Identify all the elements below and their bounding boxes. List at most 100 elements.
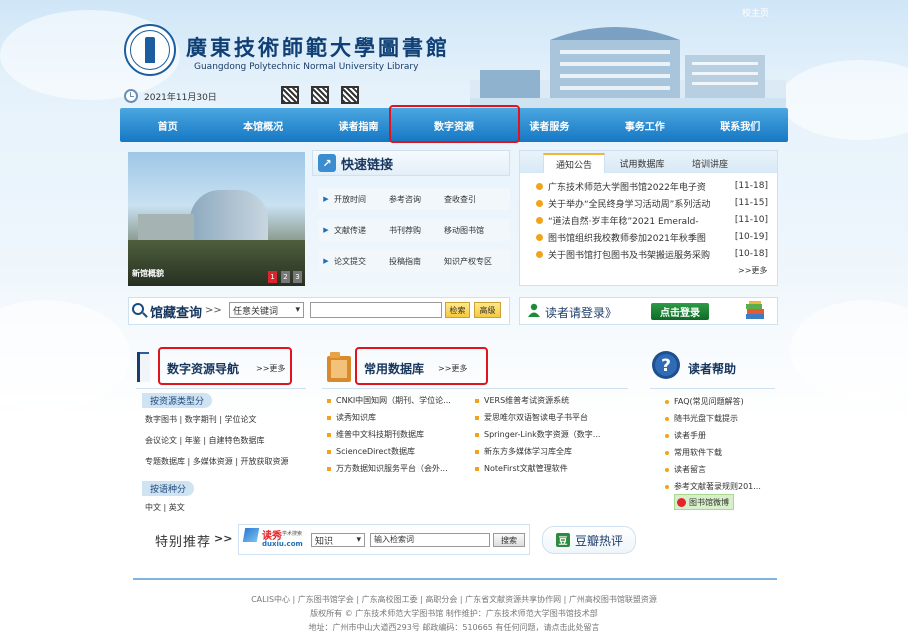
- quick-link-thesis-submit[interactable]: 论文提交: [334, 256, 389, 267]
- bullet-icon: [665, 467, 669, 472]
- tab-training[interactable]: 培训讲座: [679, 153, 741, 173]
- catalog-search-title: 馆藏查询: [150, 306, 203, 321]
- help-link-text: 参考文献著录规则201...: [674, 482, 761, 491]
- carousel-page-1[interactable]: 1: [268, 271, 277, 283]
- duxiu-logo[interactable]: 读秀 学术搜索 duxiu.com: [242, 528, 306, 550]
- school-home-link[interactable]: 校主页: [742, 6, 769, 19]
- help-link[interactable]: 参考文献著录规则201...: [665, 481, 761, 492]
- triangle-bullet-icon: ▶: [323, 257, 329, 265]
- carousel-page-2[interactable]: 2: [281, 271, 290, 283]
- quick-link-mobile-library[interactable]: 移动图书馆: [444, 225, 499, 236]
- catalog-arrows: >>: [205, 305, 222, 316]
- catalog-search-button[interactable]: 检索: [445, 302, 470, 318]
- notice-item[interactable]: 广东技术师范大学图书馆2022年电子资 [11-18]: [536, 178, 768, 194]
- database-link[interactable]: 万方数据知识服务平台（会外...: [327, 463, 448, 474]
- current-date: 2021年11月30日: [144, 92, 217, 103]
- nav-contact[interactable]: 联系我们: [693, 108, 788, 142]
- catalog-search-input[interactable]: [310, 302, 442, 318]
- notice-date: [10-18]: [734, 249, 768, 259]
- resource-type-links[interactable]: 会议论文 | 年鉴 | 自建特色数据库: [145, 435, 265, 446]
- notice-title: “道法自然·岁丰年稔”2021 Emerald-: [548, 216, 699, 227]
- language-links[interactable]: 中文 | 英文: [145, 502, 185, 513]
- duxiu-search-input[interactable]: 输入检索词: [370, 533, 490, 547]
- help-link[interactable]: 读者手册: [665, 430, 706, 441]
- quick-link-ip-zone[interactable]: 知识产权专区: [444, 256, 499, 267]
- database-link[interactable]: ScienceDirect数据库: [327, 446, 415, 457]
- douban-reviews-label[interactable]: 豆瓣热评: [575, 532, 623, 549]
- nav-affairs[interactable]: 事务工作: [597, 108, 692, 142]
- help-link[interactable]: 常用软件下载: [665, 447, 722, 458]
- quick-link-book-recommend[interactable]: 书刊荐购: [389, 225, 444, 236]
- recommend-arrows: >>: [214, 532, 233, 545]
- notice-title: 关于举办“全民终身学习活动周”系列活动: [548, 199, 711, 210]
- qr-code-icon[interactable]: [341, 86, 359, 104]
- database-link[interactable]: 爱思唯尔双语智读电子书平台: [475, 412, 588, 423]
- help-link-text: 常用软件下载: [674, 448, 722, 457]
- highlight-digital-nav: [158, 347, 292, 385]
- database-name: VERS维普考试资源系统: [484, 396, 570, 405]
- footer-divider: [133, 578, 777, 580]
- section-divider: [322, 388, 628, 389]
- highlight-digital-resources: [389, 105, 520, 143]
- notice-item[interactable]: 关于图书馆打包图书及书架搬运服务采购 [10-18]: [536, 246, 768, 262]
- notices-more-link[interactable]: >>更多: [738, 265, 767, 276]
- library-building-illustration: [470, 27, 786, 108]
- help-link[interactable]: 读者留言: [665, 464, 706, 475]
- library-weibo-link[interactable]: 图书馆微博: [674, 494, 734, 510]
- bullet-icon: [475, 415, 479, 420]
- seal-inner-ring: [130, 30, 170, 70]
- university-seal-logo[interactable]: [124, 24, 176, 76]
- database-link[interactable]: Springer-Link数字资源（数字...: [475, 429, 600, 440]
- database-link[interactable]: NoteFirst文献管理软件: [475, 463, 568, 474]
- language-label: 按语种分: [142, 481, 195, 496]
- section-divider: [650, 388, 775, 389]
- database-link[interactable]: VERS维普考试资源系统: [475, 395, 569, 406]
- duxiu-logo-mark: [242, 528, 260, 542]
- bullet-icon: [327, 466, 331, 471]
- duxiu-select-value: 知识: [315, 536, 334, 547]
- bullet-icon: [475, 398, 479, 403]
- tab-notices[interactable]: 通知公告: [543, 153, 605, 173]
- database-link[interactable]: 读秀知识库: [327, 412, 376, 423]
- quick-link-citation-search[interactable]: 查收查引: [444, 194, 499, 205]
- resource-type-links[interactable]: 数字图书 | 数字期刊 | 学位论文: [145, 414, 257, 425]
- duxiu-search-button[interactable]: 搜索: [493, 533, 525, 547]
- database-link[interactable]: 维普中文科技期刊数据库: [327, 429, 424, 440]
- login-button[interactable]: 点击登录: [651, 303, 709, 320]
- quick-link-document-delivery[interactable]: 文献传递: [334, 225, 389, 236]
- site-title: 廣東技術師範大學圖書館: [186, 35, 450, 60]
- catalog-advanced-button[interactable]: 高级: [474, 302, 501, 318]
- news-photo-carousel[interactable]: [128, 152, 305, 286]
- quick-links-row: ▶ 文献传递 书刊荐购 移动图书馆: [318, 219, 510, 241]
- nav-home[interactable]: 首页: [120, 108, 215, 142]
- carousel-page-3[interactable]: 3: [293, 271, 302, 283]
- bullet-icon: [536, 216, 543, 224]
- duxiu-type-select[interactable]: 知识 ▾: [311, 533, 365, 547]
- footer-links[interactable]: CALIS中心 | 广东图书馆学会 | 广东高校图工委 | 高职分会 | 广东省…: [0, 594, 908, 605]
- resource-type-links[interactable]: 专题数据库 | 多媒体资源 | 开放获取资源: [145, 456, 289, 467]
- qr-code-icon[interactable]: [281, 86, 299, 104]
- help-link[interactable]: 随书光盘下载提示: [665, 413, 738, 424]
- tab-trial-databases[interactable]: 试用数据库: [611, 153, 673, 173]
- database-name: CNKI中国知网（期刊、学位论...: [336, 396, 451, 405]
- nav-about[interactable]: 本馆概况: [215, 108, 310, 142]
- catalog-field-select[interactable]: 任意关键词 ▾: [229, 302, 304, 318]
- notice-title: 图书馆组织我校教师参加2021年秋季图: [548, 233, 706, 244]
- qr-code-icon[interactable]: [311, 86, 329, 104]
- bullet-icon: [665, 416, 669, 421]
- database-link[interactable]: 新东方多媒体学习库全库: [475, 446, 572, 457]
- quick-link-reference[interactable]: 参考咨询: [389, 194, 444, 205]
- help-link[interactable]: FAQ(常见问题解答): [665, 396, 744, 407]
- notice-item[interactable]: “道法自然·岁丰年稔”2021 Emerald- [11-10]: [536, 212, 768, 228]
- cloud-decoration: [0, 300, 130, 410]
- database-name: 万方数据知识服务平台（会外...: [336, 464, 448, 473]
- quick-link-submission-guide[interactable]: 投稿指南: [389, 256, 444, 267]
- reader-login-prompt[interactable]: 读者请登录》: [545, 304, 617, 321]
- notice-title: 关于图书馆打包图书及书架搬运服务采购: [548, 250, 711, 261]
- quick-link-opening-hours[interactable]: 开放时间: [334, 194, 389, 205]
- database-link[interactable]: CNKI中国知网（期刊、学位论...: [327, 395, 451, 406]
- notice-item[interactable]: 关于举办“全民终身学习活动周”系列活动 [11-15]: [536, 195, 768, 211]
- link-arrow-icon: ↗: [318, 154, 336, 172]
- bullet-icon: [536, 250, 543, 258]
- notice-item[interactable]: 图书馆组织我校教师参加2021年秋季图 [10-19]: [536, 229, 768, 245]
